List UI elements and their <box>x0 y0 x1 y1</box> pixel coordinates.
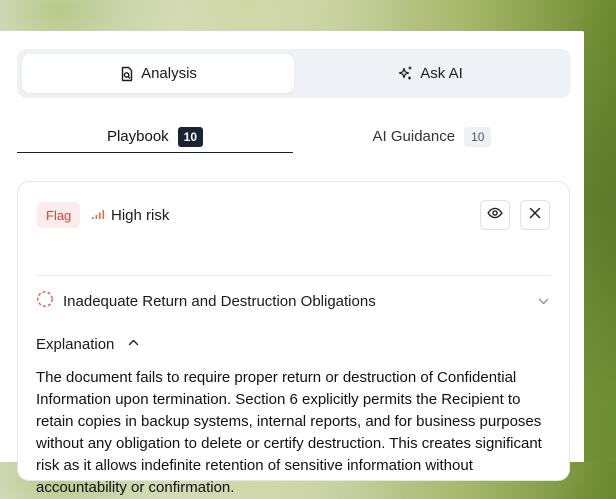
flag-badge: Flag <box>37 202 81 228</box>
signal-bars-icon <box>91 207 105 224</box>
explanation-label: Explanation <box>36 335 115 353</box>
results-tabs: Playbook 10 AI Guidance 10 <box>17 121 571 153</box>
tab-ai-guidance[interactable]: AI Guidance 10 <box>293 121 571 152</box>
chevron-down-icon[interactable] <box>537 295 550 312</box>
close-button[interactable] <box>520 200 550 230</box>
card-divider <box>36 275 551 276</box>
sparkle-icon <box>397 65 414 82</box>
mode-switcher: Analysis Ask AI <box>17 49 571 98</box>
dashed-circle-icon <box>36 290 54 312</box>
issue-row[interactable]: Inadequate Return and Destruction Obliga… <box>36 290 551 312</box>
tab-ai-guidance-label: AI Guidance <box>372 128 456 145</box>
tab-playbook[interactable]: Playbook 10 <box>17 121 293 153</box>
analysis-label: Analysis <box>141 65 197 82</box>
ask-ai-tab-button[interactable]: Ask AI <box>294 54 566 93</box>
risk-level: High risk <box>91 202 169 228</box>
issue-title: Inadequate Return and Destruction Obliga… <box>63 292 376 310</box>
document-search-icon <box>119 66 135 82</box>
playbook-count-badge: 10 <box>177 126 204 147</box>
analysis-tab-button[interactable]: Analysis <box>22 54 294 93</box>
view-button[interactable] <box>480 200 510 230</box>
ask-ai-label: Ask AI <box>420 65 463 82</box>
finding-card: Flag High risk Inadequate Return and Des… <box>17 181 570 496</box>
risk-label: High risk <box>111 206 170 224</box>
explanation-text: The document fails to require proper ret… <box>36 369 542 496</box>
ai-guidance-count-badge: 10 <box>464 126 492 147</box>
tab-playbook-label: Playbook <box>106 128 169 145</box>
explanation-toggle[interactable]: Explanation <box>36 333 140 355</box>
close-icon <box>528 206 542 225</box>
eye-icon <box>487 205 503 226</box>
analysis-panel: Analysis Ask AI Playbook 10 AI Guidance … <box>0 31 584 496</box>
chevron-up-icon <box>127 336 140 353</box>
